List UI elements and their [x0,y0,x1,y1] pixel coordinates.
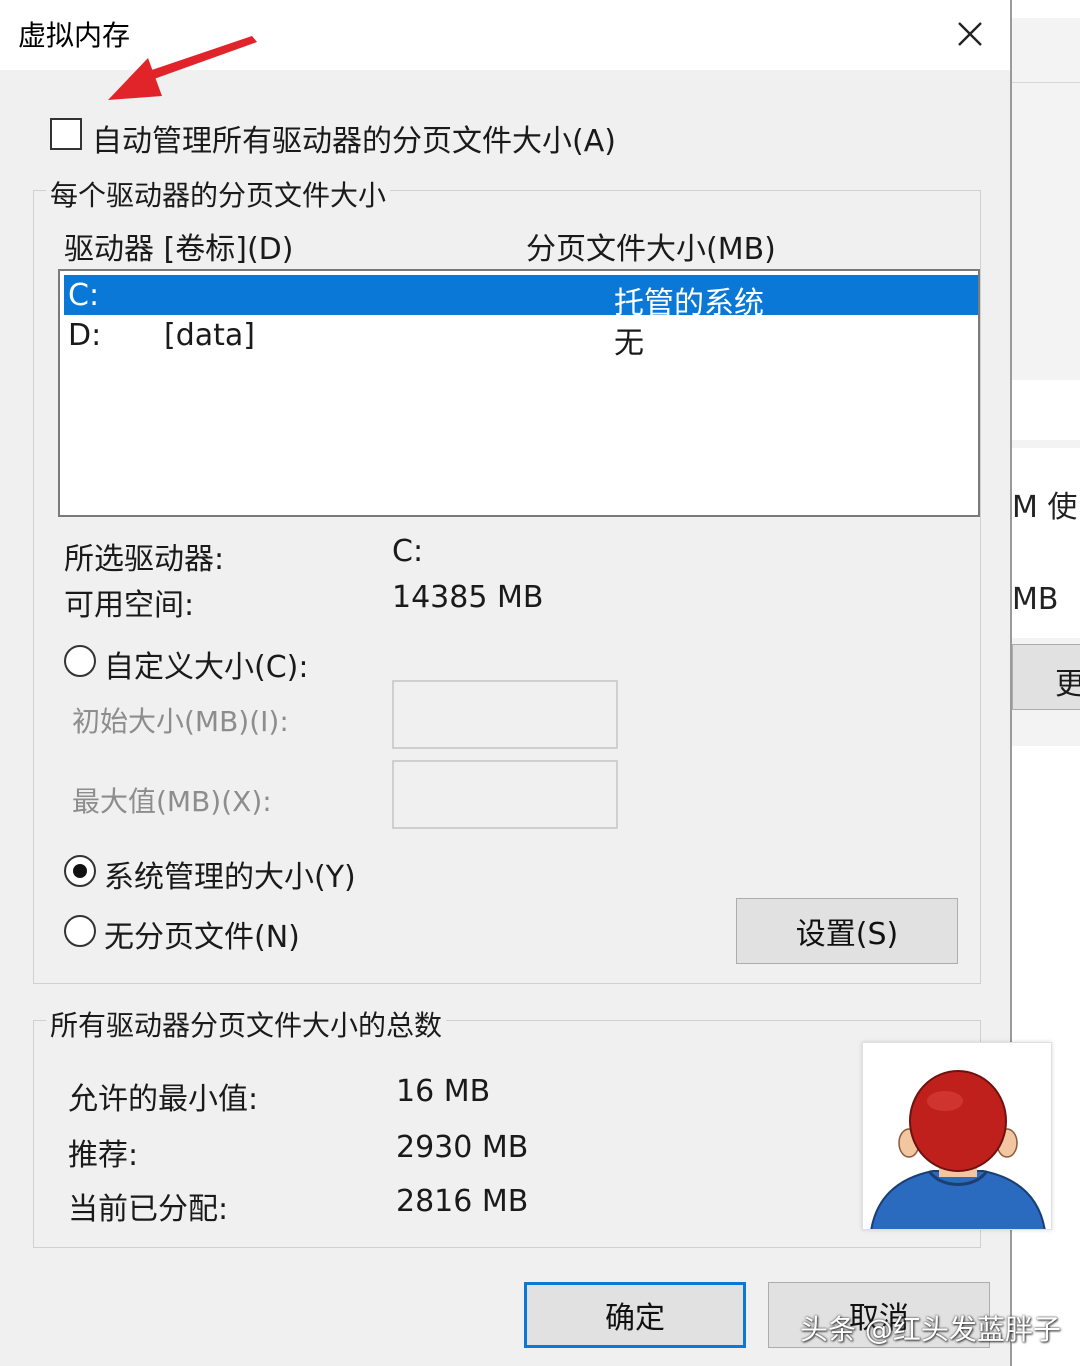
auto-manage-checkbox[interactable] [50,118,82,150]
no-paging-file-radio[interactable] [64,915,96,947]
auto-manage-label[interactable]: 自动管理所有驱动器的分页文件大小(A) [92,116,616,160]
avatar-sticker [862,1042,1052,1230]
set-button[interactable]: 设置(S) [736,898,958,964]
background-button[interactable]: 更 [1012,644,1080,710]
min-allowed-label: 允许的最小值: [68,1082,259,1117]
recommended-value: 2930 MB [396,1130,529,1165]
background-text: M 使 [1012,490,1078,525]
selected-drive-value: C: [392,534,424,569]
ok-button[interactable]: 确定 [524,1282,746,1348]
initial-size-label: 初始大小(MB)(I): [72,705,289,738]
currently-allocated-label: 当前已分配: [68,1192,229,1227]
system-managed-label[interactable]: 系统管理的大小(Y) [104,852,356,896]
cartoon-head-icon [870,1070,1046,1229]
red-arrow-annotation [108,36,257,100]
drive-letter: D: [68,318,102,353]
background-divider [1012,82,1080,83]
background-text: MB [1012,582,1059,617]
drive-volume-label: [data] [164,318,255,353]
background-band [1012,0,1080,18]
free-space-value: 14385 MB [392,580,544,615]
custom-size-label[interactable]: 自定义大小(C): [104,642,308,686]
selected-drive-label: 所选驱动器: [64,542,225,577]
system-managed-radio[interactable] [64,855,96,887]
drive-row-d[interactable]: D: [data] 无 [64,315,978,361]
close-button[interactable] [940,6,1000,62]
column-header-drive: 驱动器 [卷标](D) [64,232,294,267]
drive-row-c[interactable]: C: 托管的系统 [64,275,978,321]
drive-letter: C: [68,278,100,313]
max-size-input[interactable] [392,760,618,829]
per-drive-legend: 每个驱动器的分页文件大小 [46,174,391,214]
column-header-size: 分页文件大小(MB) [526,232,776,267]
drive-list[interactable]: C: 托管的系统 D: [data] 无 [58,269,980,517]
recommended-label: 推荐: [68,1138,139,1173]
totals-legend: 所有驱动器分页文件大小的总数 [46,1004,447,1044]
background-band [1012,380,1080,440]
watermark-text: 头条 @红头发蓝胖子 [800,1313,1061,1346]
currently-allocated-value: 2816 MB [396,1184,529,1219]
close-icon [958,22,982,46]
initial-size-input[interactable] [392,680,618,749]
drive-paging-size: 无 [614,326,644,361]
custom-size-radio[interactable] [64,645,96,677]
no-paging-file-label[interactable]: 无分页文件(N) [104,912,300,956]
free-space-label: 可用空间: [64,588,195,623]
max-size-label: 最大值(MB)(X): [72,785,272,818]
min-allowed-value: 16 MB [396,1074,491,1109]
virtual-memory-dialog: 虚拟内存 自动管理所有驱动器的分页文件大小(A) 每个驱动器的分页文件大小 驱动… [0,0,1052,1366]
